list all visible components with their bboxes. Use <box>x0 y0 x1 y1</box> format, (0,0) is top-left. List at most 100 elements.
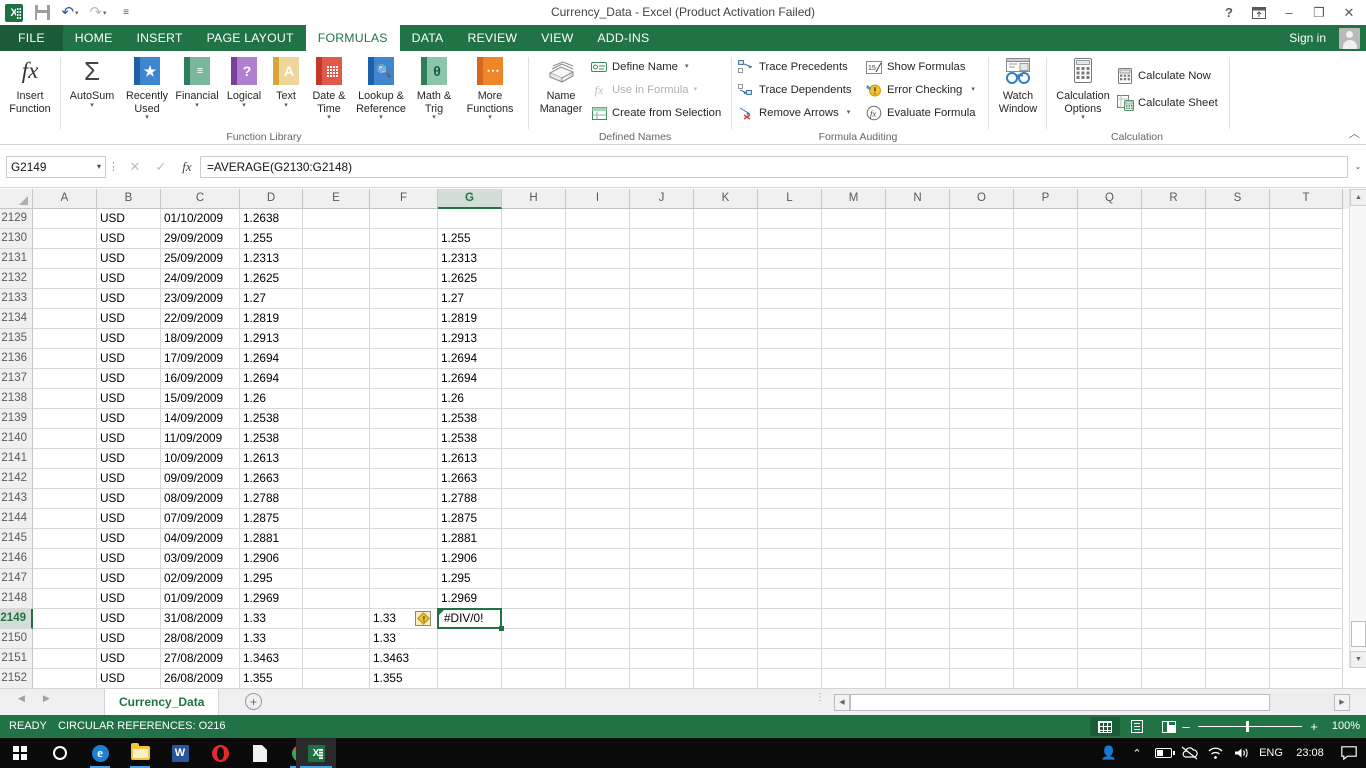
cell-B2133[interactable]: USD <box>97 289 161 309</box>
cell-T2130[interactable] <box>1270 229 1343 249</box>
cell-A2132[interactable] <box>33 269 97 289</box>
cell-N2141[interactable] <box>886 449 950 469</box>
cell-Q2148[interactable] <box>1078 589 1142 609</box>
cell-H2141[interactable] <box>502 449 566 469</box>
cell-B2150[interactable]: USD <box>97 629 161 649</box>
cell-E2134[interactable] <box>303 309 370 329</box>
cell-B2141[interactable]: USD <box>97 449 161 469</box>
cell-F2151[interactable]: 1.3463 <box>370 649 438 669</box>
cell-I2152[interactable] <box>566 669 630 689</box>
cell-C2148[interactable]: 01/09/2009 <box>161 589 240 609</box>
cell-S2151[interactable] <box>1206 649 1270 669</box>
lookup-reference-button[interactable]: 🔍 Lookup & Reference ▾ <box>352 54 410 126</box>
cell-R2131[interactable] <box>1142 249 1206 269</box>
cell-G2133[interactable]: 1.27 <box>438 289 502 309</box>
cell-G2152[interactable] <box>438 669 502 689</box>
cell-H2148[interactable] <box>502 589 566 609</box>
vertical-scroll-thumb[interactable] <box>1351 621 1366 647</box>
cell-C2144[interactable]: 07/09/2009 <box>161 509 240 529</box>
horizontal-scroll-thumb[interactable] <box>850 693 1270 711</box>
cell-N2130[interactable] <box>886 229 950 249</box>
cell-L2144[interactable] <box>758 509 822 529</box>
cell-R2146[interactable] <box>1142 549 1206 569</box>
cell-F2138[interactable] <box>370 389 438 409</box>
excel-taskbar-button[interactable]: X <box>296 738 336 768</box>
cell-T2138[interactable] <box>1270 389 1343 409</box>
cell-O2150[interactable] <box>950 629 1014 649</box>
cell-L2137[interactable] <box>758 369 822 389</box>
cell-H2142[interactable] <box>502 469 566 489</box>
cell-N2135[interactable] <box>886 329 950 349</box>
cell-P2135[interactable] <box>1014 329 1078 349</box>
cell-Q2152[interactable] <box>1078 669 1142 689</box>
cell-K2143[interactable] <box>694 489 758 509</box>
tab-home[interactable]: HOME <box>63 25 125 51</box>
cell-M2134[interactable] <box>822 309 886 329</box>
cell-G2135[interactable]: 1.2913 <box>438 329 502 349</box>
cell-C2131[interactable]: 25/09/2009 <box>161 249 240 269</box>
cell-P2147[interactable] <box>1014 569 1078 589</box>
error-indicator-icon[interactable]: ! <box>415 611 431 626</box>
zoom-slider[interactable] <box>1198 721 1302 732</box>
cell-L2132[interactable] <box>758 269 822 289</box>
cell-K2131[interactable] <box>694 249 758 269</box>
cell-M2129[interactable] <box>822 209 886 229</box>
column-header-H[interactable]: H <box>502 189 566 209</box>
cell-S2139[interactable] <box>1206 409 1270 429</box>
cell-F2137[interactable] <box>370 369 438 389</box>
cell-C2132[interactable]: 24/09/2009 <box>161 269 240 289</box>
row-header-2129[interactable]: 2129 <box>0 209 33 229</box>
cell-K2151[interactable] <box>694 649 758 669</box>
cell-G2146[interactable]: 1.2906 <box>438 549 502 569</box>
name-box[interactable]: G2149 ▾ <box>6 155 106 178</box>
cell-P2152[interactable] <box>1014 669 1078 689</box>
cell-L2146[interactable] <box>758 549 822 569</box>
cell-L2145[interactable] <box>758 529 822 549</box>
cell-F2145[interactable] <box>370 529 438 549</box>
cell-H2150[interactable] <box>502 629 566 649</box>
tab-file[interactable]: FILE <box>0 25 63 51</box>
column-header-R[interactable]: R <box>1142 189 1206 209</box>
cell-P2146[interactable] <box>1014 549 1078 569</box>
cell-Q2143[interactable] <box>1078 489 1142 509</box>
cell-J2152[interactable] <box>630 669 694 689</box>
cell-E2142[interactable] <box>303 469 370 489</box>
document-button[interactable] <box>240 738 280 768</box>
cell-G2139[interactable]: 1.2538 <box>438 409 502 429</box>
cell-F2130[interactable] <box>370 229 438 249</box>
cell-F2144[interactable] <box>370 509 438 529</box>
cell-D2135[interactable]: 1.2913 <box>240 329 303 349</box>
cell-K2144[interactable] <box>694 509 758 529</box>
cell-J2146[interactable] <box>630 549 694 569</box>
cell-R2151[interactable] <box>1142 649 1206 669</box>
column-header-N[interactable]: N <box>886 189 950 209</box>
cell-D2137[interactable]: 1.2694 <box>240 369 303 389</box>
use-in-formula-button[interactable]: fx Use in Formula ▾ <box>590 79 697 101</box>
selected-cell[interactable]: #DIV/0! <box>437 608 502 629</box>
cell-Q2146[interactable] <box>1078 549 1142 569</box>
cell-O2149[interactable] <box>950 609 1014 629</box>
cell-B2143[interactable]: USD <box>97 489 161 509</box>
cell-I2149[interactable] <box>566 609 630 629</box>
cell-E2152[interactable] <box>303 669 370 689</box>
cell-P2139[interactable] <box>1014 409 1078 429</box>
close-button[interactable]: ✕ <box>1334 0 1364 25</box>
cell-S2132[interactable] <box>1206 269 1270 289</box>
cell-P2151[interactable] <box>1014 649 1078 669</box>
scroll-right-button[interactable]: ▶ <box>1334 693 1350 711</box>
cell-I2134[interactable] <box>566 309 630 329</box>
cell-O2135[interactable] <box>950 329 1014 349</box>
cell-M2152[interactable] <box>822 669 886 689</box>
cell-L2143[interactable] <box>758 489 822 509</box>
cell-J2138[interactable] <box>630 389 694 409</box>
cell-D2150[interactable]: 1.33 <box>240 629 303 649</box>
name-manager-button[interactable]: Name Manager <box>532 54 590 126</box>
cell-O2136[interactable] <box>950 349 1014 369</box>
cell-T2151[interactable] <box>1270 649 1343 669</box>
cell-R2138[interactable] <box>1142 389 1206 409</box>
cell-B2145[interactable]: USD <box>97 529 161 549</box>
cell-I2146[interactable] <box>566 549 630 569</box>
horizontal-scrollbar[interactable]: ◀ ▶ <box>834 693 1350 711</box>
cell-I2135[interactable] <box>566 329 630 349</box>
cell-C2142[interactable]: 09/09/2009 <box>161 469 240 489</box>
